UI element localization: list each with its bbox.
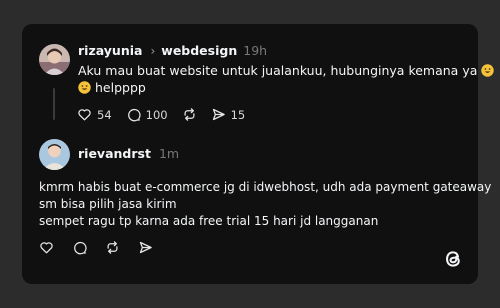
send-icon (139, 241, 152, 254)
thread-connector-line (53, 88, 55, 120)
reply-username[interactable]: rievandrst (78, 146, 151, 161)
comment-icon (74, 241, 87, 255)
repost-icon (107, 241, 118, 254)
share-button[interactable]: 15 (211, 107, 246, 122)
post-line-1-text: Aku mau buat website untuk jualankuu, hu… (78, 63, 478, 78)
smiley-emoji-icon (78, 81, 91, 94)
send-icon (212, 108, 225, 121)
post-line-2-text: helpppp (94, 80, 146, 95)
post-username[interactable]: rizayunia (78, 43, 142, 58)
reply-button[interactable]: 100 (126, 107, 168, 122)
repost-button[interactable] (182, 107, 197, 122)
post-line-2: helpppp (78, 79, 494, 96)
like-button[interactable]: 54 (77, 107, 112, 122)
post-topic[interactable]: webdesign (161, 43, 237, 58)
post-time: 19h (243, 43, 268, 58)
post-header: rizayunia › webdesign 19h (78, 43, 267, 58)
share-count: 15 (230, 107, 246, 122)
reply-repost-button[interactable] (105, 240, 120, 255)
reply-actions (39, 240, 167, 255)
repost-icon (184, 108, 195, 121)
chevron-right-icon: › (150, 43, 156, 58)
reply-line-2: sm bisa pilih jasa kirim (39, 197, 177, 211)
reply-header: rievandrst 1m (78, 146, 179, 161)
comment-icon (127, 108, 141, 122)
post-actions: 54 100 15 (77, 107, 259, 122)
reply-count: 100 (145, 107, 168, 122)
post-line-1: Aku mau buat website untuk jualankuu, hu… (78, 62, 495, 79)
reply-body: kmrm habis buat e-commerce jg di idwebho… (39, 179, 491, 230)
like-count: 54 (97, 107, 112, 122)
reply-time: 1m (158, 146, 180, 161)
heart-icon (78, 109, 91, 121)
reply-line-1: kmrm habis buat e-commerce jg di idwebho… (39, 180, 492, 194)
reply-reply-button[interactable] (72, 240, 87, 255)
post-body: Aku mau buat website untuk jualankuu, hu… (78, 62, 495, 96)
avatar-rizayunia[interactable] (39, 44, 70, 75)
reply-like-button[interactable] (39, 240, 54, 255)
heart-icon (40, 242, 53, 254)
avatar-rievandrst[interactable] (39, 139, 70, 170)
reply-line-3: sempet ragu tp karna ada free trial 15 h… (39, 214, 379, 228)
threads-card: rizayunia › webdesign 19h Aku mau buat w… (22, 24, 495, 284)
smiley-emoji-icon (481, 64, 495, 77)
threads-logo[interactable] (442, 248, 464, 270)
reply-share-button[interactable] (138, 240, 153, 255)
